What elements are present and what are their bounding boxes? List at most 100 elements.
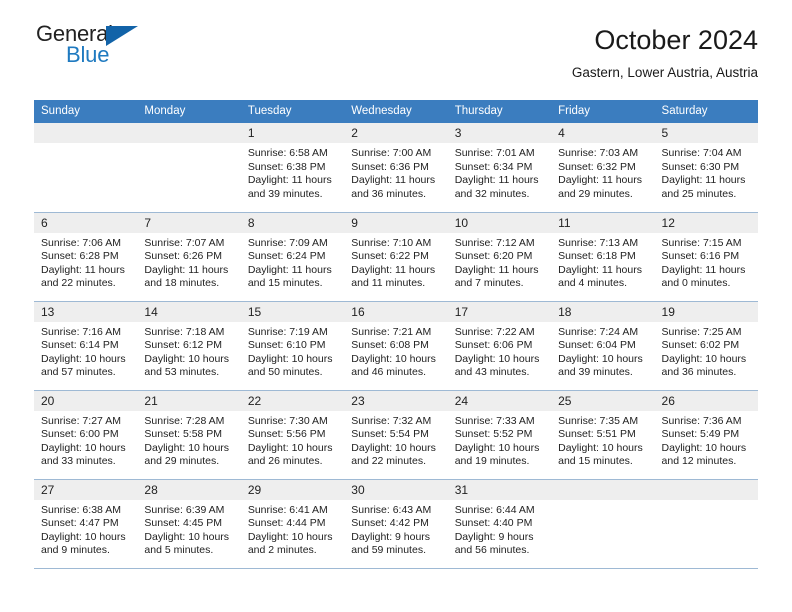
- daylight-duration-line1: Daylight: 11 hours: [247, 263, 332, 276]
- daylight-duration-line2: and 4 minutes.: [558, 277, 627, 290]
- sunset-time: Sunset: 6:14 PM: [41, 339, 119, 352]
- daylight-duration-line1: Daylight: 11 hours: [144, 263, 229, 276]
- day-number: 10: [447, 212, 552, 233]
- daylight-duration-line1: Daylight: 10 hours: [144, 352, 230, 365]
- daylight-duration-line2: and 7 minutes.: [454, 277, 524, 290]
- calendar-day-cell[interactable]: 11 Sunrise: 7:13 AM Sunset: 6:18 PM Dayligh…: [551, 212, 655, 302]
- calendar-day-cell[interactable]: 18 Sunrise: 7:24 AM Sunset: 6:04 PM Dayligh…: [551, 301, 655, 391]
- day-details: Sunrise: 7:01 AM Sunset: 6:34 PM Daylight:…: [448, 143, 551, 201]
- page-title: October 2024: [594, 25, 758, 55]
- sunrise-time: Sunrise: 7:36 AM: [661, 414, 742, 427]
- sunset-time: Sunset: 6:12 PM: [144, 339, 223, 352]
- sunrise-time: Sunrise: 6:38 AM: [41, 503, 121, 516]
- calendar-day-cell[interactable]: 30 Sunrise: 6:43 AM Sunset: 4:42 PM Dayligh…: [344, 479, 448, 569]
- daylight-duration-line2: and 56 minutes.: [454, 544, 530, 557]
- day-details: Sunrise: 7:03 AM Sunset: 6:32 PM Daylight:…: [551, 143, 654, 201]
- sunrise-time: Sunrise: 7:01 AM: [454, 147, 535, 159]
- day-number: 7: [137, 212, 241, 233]
- day-details: Sunrise: 7:15 AM Sunset: 6:16 PM Daylight:…: [655, 233, 758, 291]
- day-number: 26: [654, 390, 758, 411]
- sunset-time: Sunset: 5:49 PM: [661, 428, 740, 441]
- daylight-duration-line1: Daylight: 10 hours: [41, 352, 126, 365]
- sunrise-time: Sunrise: 7:04 AM: [661, 147, 742, 159]
- day-number: 11: [551, 212, 655, 233]
- daylight-duration-line2: and 0 minutes.: [661, 277, 731, 290]
- day-details: Sunrise: 7:12 AM Sunset: 6:20 PM Daylight:…: [448, 233, 551, 291]
- calendar-day-cell[interactable]: 9 Sunrise: 7:10 AM Sunset: 6:22 PM Daylight…: [344, 212, 448, 302]
- day-number: 18: [551, 301, 655, 322]
- day-number: 30: [344, 479, 448, 500]
- day-number: 17: [447, 301, 552, 322]
- sunset-time: Sunset: 6:00 PM: [41, 428, 119, 441]
- sunset-time: Sunset: 6:26 PM: [144, 250, 223, 263]
- day-details: [137, 143, 240, 147]
- sunrise-time: Sunrise: 7:15 AM: [661, 236, 742, 249]
- day-details: Sunrise: 6:43 AM Sunset: 4:42 PM Daylight:…: [344, 500, 447, 558]
- calendar-day-cell[interactable]: 31 Sunrise: 6:44 AM Sunset: 4:40 PM Dayligh…: [447, 479, 552, 569]
- calendar-day-cell[interactable]: 1 Sunrise: 6:58 AM Sunset: 6:38 PM Daylight…: [240, 123, 345, 213]
- calendar-day-cell[interactable]: 16 Sunrise: 7:21 AM Sunset: 6:08 PM Dayligh…: [344, 301, 448, 391]
- sunrise-time: Sunrise: 7:16 AM: [41, 325, 121, 338]
- calendar-day-cell[interactable]: 25 Sunrise: 7:35 AM Sunset: 5:51 PM Dayligh…: [551, 390, 655, 480]
- calendar-day-cell-empty: [137, 123, 241, 213]
- sunrise-time: Sunrise: 7:06 AM: [41, 236, 121, 249]
- sunrise-time: Sunrise: 7:33 AM: [454, 414, 535, 427]
- calendar-day-cell[interactable]: 2 Sunrise: 7:00 AM Sunset: 6:36 PM Daylight…: [344, 123, 448, 213]
- calendar-day-cell[interactable]: 23 Sunrise: 7:32 AM Sunset: 5:54 PM Dayligh…: [344, 390, 448, 480]
- calendar-day-cell[interactable]: 19 Sunrise: 7:25 AM Sunset: 6:02 PM Dayligh…: [654, 301, 758, 391]
- calendar-day-cell[interactable]: 28 Sunrise: 6:39 AM Sunset: 4:45 PM Dayligh…: [137, 479, 241, 569]
- daylight-duration-line1: Daylight: 10 hours: [41, 530, 126, 543]
- daylight-duration-line1: Daylight: 10 hours: [247, 441, 333, 454]
- day-details: Sunrise: 7:07 AM Sunset: 6:26 PM Daylight:…: [137, 233, 240, 291]
- daylight-duration-line2: and 36 minutes.: [661, 366, 737, 379]
- day-number: 20: [34, 390, 138, 411]
- daylight-duration-line1: Daylight: 10 hours: [144, 530, 230, 543]
- day-details: Sunrise: 6:44 AM Sunset: 4:40 PM Daylight:…: [448, 500, 551, 558]
- calendar-day-cell[interactable]: 5 Sunrise: 7:04 AM Sunset: 6:30 PM Daylight…: [654, 123, 758, 213]
- calendar-day-cell[interactable]: 14 Sunrise: 7:18 AM Sunset: 6:12 PM Dayligh…: [137, 301, 241, 391]
- day-number: 1: [240, 123, 345, 143]
- sunrise-time: Sunrise: 7:35 AM: [558, 414, 639, 427]
- calendar-day-cell[interactable]: 8 Sunrise: 7:09 AM Sunset: 6:24 PM Daylight…: [240, 212, 345, 302]
- calendar-day-cell[interactable]: 13 Sunrise: 7:16 AM Sunset: 6:14 PM Dayligh…: [34, 301, 138, 391]
- day-details: Sunrise: 7:27 AM Sunset: 6:00 PM Daylight:…: [34, 411, 137, 469]
- calendar-day-cell[interactable]: 15 Sunrise: 7:19 AM Sunset: 6:10 PM Dayligh…: [240, 301, 345, 391]
- sunrise-time: Sunrise: 7:18 AM: [144, 325, 225, 338]
- day-details: Sunrise: 7:13 AM Sunset: 6:18 PM Daylight:…: [551, 233, 654, 291]
- calendar-day-cell[interactable]: 26 Sunrise: 7:36 AM Sunset: 5:49 PM Dayligh…: [654, 390, 758, 480]
- sunrise-time: Sunrise: 6:43 AM: [351, 503, 432, 516]
- calendar-day-cell[interactable]: 4 Sunrise: 7:03 AM Sunset: 6:32 PM Daylight…: [551, 123, 655, 213]
- calendar-day-cell-empty: [551, 479, 655, 569]
- calendar-day-cell[interactable]: 17 Sunrise: 7:22 AM Sunset: 6:06 PM Dayligh…: [447, 301, 552, 391]
- calendar-day-cell[interactable]: 27 Sunrise: 6:38 AM Sunset: 4:47 PM Dayligh…: [34, 479, 138, 569]
- sunset-time: Sunset: 6:10 PM: [247, 339, 326, 352]
- daylight-duration-line1: Daylight: 10 hours: [454, 441, 540, 454]
- calendar-day-cell[interactable]: 6 Sunrise: 7:06 AM Sunset: 6:28 PM Daylight…: [34, 212, 138, 302]
- daylight-duration-line2: and 5 minutes.: [144, 544, 214, 557]
- day-number: 24: [447, 390, 552, 411]
- daylight-duration-line2: and 19 minutes.: [454, 455, 530, 468]
- daylight-duration-line1: Daylight: 11 hours: [661, 174, 746, 187]
- day-details: Sunrise: 7:30 AM Sunset: 5:56 PM Daylight:…: [241, 411, 344, 469]
- calendar-day-cell[interactable]: 24 Sunrise: 7:33 AM Sunset: 5:52 PM Dayligh…: [447, 390, 552, 480]
- day-number: 15: [240, 301, 345, 322]
- day-number: 9: [344, 212, 448, 233]
- day-details: Sunrise: 7:35 AM Sunset: 5:51 PM Daylight:…: [551, 411, 654, 469]
- daylight-duration-line2: and 36 minutes.: [351, 187, 426, 200]
- daylight-duration-line1: Daylight: 9 hours: [454, 530, 534, 543]
- weekday-header-thursday: Thursday: [447, 100, 552, 123]
- day-details: Sunrise: 7:33 AM Sunset: 5:52 PM Daylight:…: [448, 411, 551, 469]
- calendar-day-cell[interactable]: 3 Sunrise: 7:01 AM Sunset: 6:34 PM Daylight…: [447, 123, 552, 213]
- sunrise-time: Sunrise: 6:41 AM: [247, 503, 328, 516]
- daylight-duration-line2: and 15 minutes.: [247, 277, 323, 290]
- day-number: 8: [240, 212, 345, 233]
- calendar-day-cell[interactable]: 22 Sunrise: 7:30 AM Sunset: 5:56 PM Dayligh…: [240, 390, 345, 480]
- calendar-day-cell[interactable]: 20 Sunrise: 7:27 AM Sunset: 6:00 PM Dayligh…: [34, 390, 138, 480]
- calendar-day-cell[interactable]: 10 Sunrise: 7:12 AM Sunset: 6:20 PM Dayligh…: [447, 212, 552, 302]
- calendar-day-cell[interactable]: 29 Sunrise: 6:41 AM Sunset: 4:44 PM Dayligh…: [240, 479, 345, 569]
- calendar-day-cell[interactable]: 21 Sunrise: 7:28 AM Sunset: 5:58 PM Dayligh…: [137, 390, 241, 480]
- calendar-day-cell[interactable]: 12 Sunrise: 7:15 AM Sunset: 6:16 PM Dayligh…: [654, 212, 758, 302]
- day-number: 28: [137, 479, 241, 500]
- calendar-day-cell[interactable]: 7 Sunrise: 7:07 AM Sunset: 6:26 PM Daylight…: [137, 212, 241, 302]
- day-number: 19: [654, 301, 758, 322]
